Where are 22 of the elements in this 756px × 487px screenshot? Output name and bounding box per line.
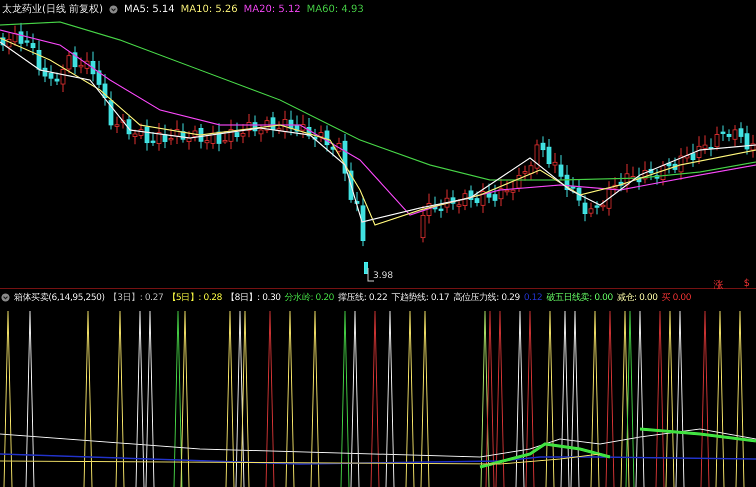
indicator-value: 减仓: 0.00 <box>616 292 658 304</box>
indicator-value: 【8日】: 0.30 <box>226 292 281 304</box>
signal-mark: 涨 <box>714 278 724 292</box>
ma-value: MA20: 5.12 <box>244 4 301 14</box>
stock-title: 太龙药业(日线 前复权) <box>2 2 103 16</box>
ma-value: MA10: 5.26 <box>180 4 238 14</box>
ma-value: MA60: 4.93 <box>306 4 364 14</box>
indicator-value: 【5日】: 0.28 <box>167 292 222 304</box>
ma-value: MA5: 5.14 <box>124 4 175 14</box>
indicator-value: 下趋势线: 0.17 <box>391 292 450 304</box>
settings-icon[interactable] <box>108 4 118 14</box>
signal-mark: $ <box>744 278 750 291</box>
indicator-value: 撑压线: 0.22 <box>338 292 388 304</box>
indicator-value: 高位压力线: 0.29 <box>453 292 520 304</box>
indicator-value: 0.12 <box>524 292 542 302</box>
indicator-title: 箱体买卖(6,14,95,250) <box>14 292 105 304</box>
indicator-value: 破五日线卖: 0.00 <box>546 292 613 304</box>
indicator-value: 分水岭: 0.20 <box>284 292 334 304</box>
low-price-label: 3.98 <box>373 271 394 281</box>
settings-icon[interactable] <box>1 293 10 302</box>
indicator-value: 买 0.00 <box>662 292 692 304</box>
indicator-value: 【3日】: 0.27 <box>108 292 164 304</box>
